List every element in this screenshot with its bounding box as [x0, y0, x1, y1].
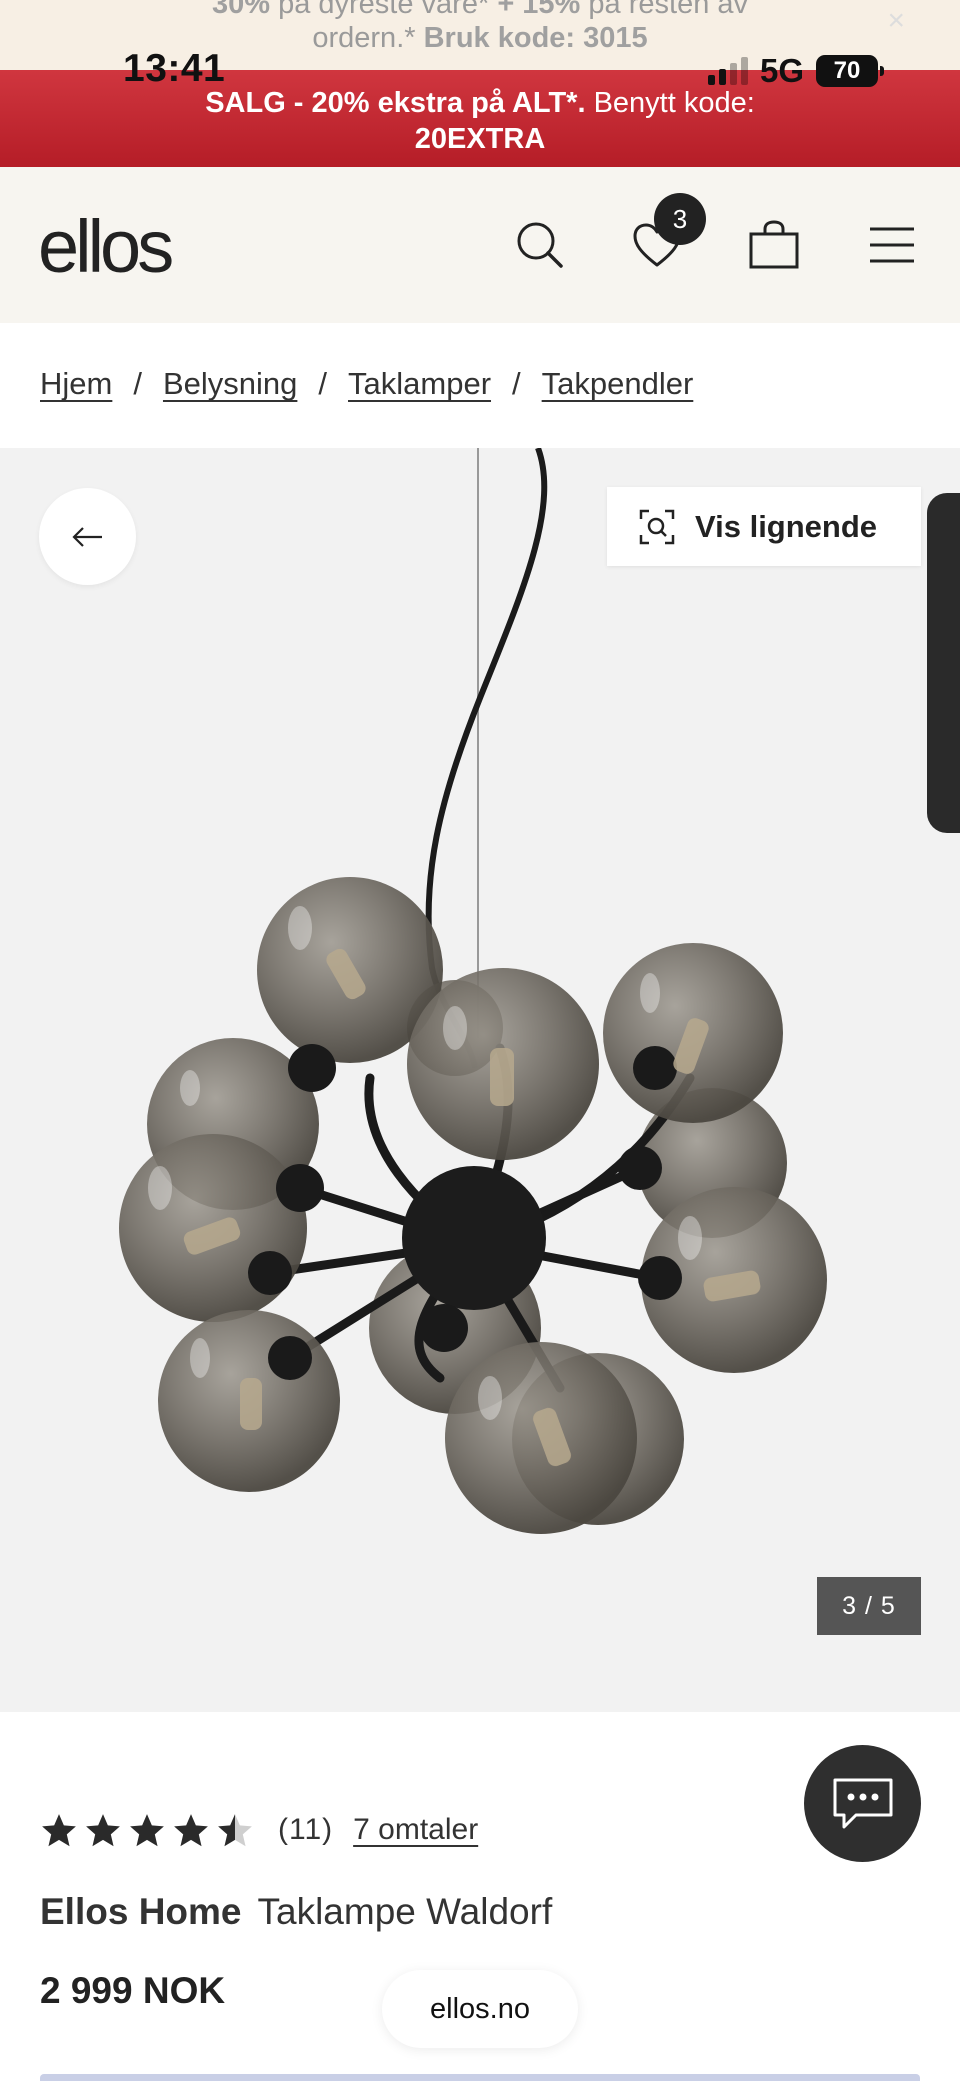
product-image-pendant-lamp — [119, 448, 827, 1534]
star-icon — [42, 1814, 76, 1847]
breadcrumb-taklamper[interactable]: Taklamper — [348, 366, 491, 402]
battery-icon: 70 — [816, 55, 884, 87]
browser-url-bar[interactable]: ellos.no — [382, 1970, 578, 2048]
breadcrumb-separator: / — [133, 366, 142, 401]
arrow-left-icon — [71, 526, 102, 547]
breadcrumb-takpendler[interactable]: Takpendler — [542, 366, 694, 402]
view-similar-label: Vis lignende — [695, 508, 878, 544]
sale-banner-code: 20EXTRA — [414, 123, 546, 155]
search-icon[interactable] — [510, 215, 570, 275]
star-icon — [130, 1814, 164, 1847]
reviews-link[interactable]: 7 omtaler — [353, 1813, 478, 1847]
promo-close-icon[interactable]: × — [887, 2, 905, 39]
product-image-gallery[interactable]: Vis lignende 3 / 5 — [0, 448, 960, 1712]
breadcrumb-separator: / — [318, 366, 328, 401]
breadcrumb: Hjem / Belysning / Taklamper / Takpendle… — [40, 366, 693, 402]
image-counter: 3 / 5 — [817, 1577, 921, 1635]
product-name: Taklampe Waldorf — [257, 1891, 553, 1932]
next-image-peek[interactable] — [927, 493, 960, 833]
breadcrumb-separator: / — [512, 366, 521, 401]
status-indicators: 5G 70 — [707, 52, 884, 90]
rating-stars — [40, 1812, 254, 1848]
site-header: ellos 3 — [0, 167, 960, 323]
signal-icon — [707, 57, 748, 85]
ellos-logo[interactable]: ellos — [38, 204, 174, 289]
battery-level: 70 — [833, 57, 861, 84]
chat-button[interactable] — [804, 1745, 921, 1862]
bottom-edge — [40, 2074, 920, 2081]
breadcrumb-belysning[interactable]: Belysning — [163, 366, 297, 402]
visual-search-icon — [639, 509, 675, 544]
review-count: (11) — [278, 1813, 334, 1846]
product-rating: (11) 7 omtaler — [40, 1812, 478, 1848]
star-icon — [218, 1814, 252, 1847]
star-icon — [86, 1814, 120, 1847]
view-similar-button[interactable]: Vis lignende — [607, 487, 921, 566]
star-icon — [174, 1814, 208, 1847]
status-time: 13:41 — [123, 47, 226, 90]
chat-bubble-icon — [833, 1778, 892, 1828]
back-arrow-button[interactable] — [39, 488, 136, 585]
menu-hamburger-icon[interactable] — [862, 215, 922, 275]
shopping-bag-icon[interactable] — [744, 215, 804, 275]
breadcrumb-hjem[interactable]: Hjem — [40, 366, 112, 402]
product-brand[interactable]: Ellos Home — [40, 1891, 242, 1932]
product-price: 2 999 NOK — [40, 1970, 226, 2011]
product-title: Ellos Home Taklampe Waldorf — [40, 1891, 552, 1933]
network-type: 5G — [759, 52, 804, 89]
wishlist-count-badge: 3 — [654, 193, 706, 245]
